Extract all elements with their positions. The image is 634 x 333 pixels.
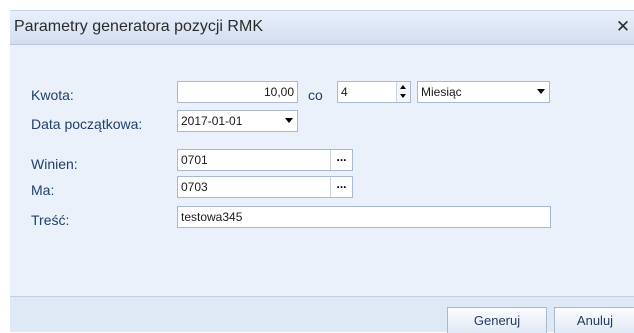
chevron-down-icon[interactable] xyxy=(537,89,545,94)
credit-account-field[interactable]: 0703 ... xyxy=(177,176,353,198)
dialog-footer: Generuj Anuluj xyxy=(10,296,634,333)
dialog-body: Kwota: 10,00 co 4 Miesiąc Data początkow… xyxy=(10,45,634,296)
start-date-value: 2017-01-01 xyxy=(181,114,243,128)
spin-up-icon[interactable] xyxy=(400,85,406,89)
top-edge xyxy=(0,0,634,10)
amount-label: Kwota: xyxy=(31,87,74,103)
spin-buttons[interactable] xyxy=(396,82,410,102)
credit-browse-button[interactable]: ... xyxy=(330,177,352,197)
debit-account-field[interactable]: 0701 ... xyxy=(177,149,353,171)
debit-browse-button[interactable]: ... xyxy=(330,150,352,170)
credit-value: 0703 xyxy=(181,180,208,194)
spin-down-icon[interactable] xyxy=(400,94,406,98)
debit-label: Winien: xyxy=(31,156,78,172)
window-title: Parametry generatora pozycji RMK xyxy=(14,18,263,35)
credit-label: Ma: xyxy=(31,182,55,198)
description-label: Treść: xyxy=(31,212,70,228)
debit-value: 0701 xyxy=(181,153,208,167)
start-date-label: Data początkowa: xyxy=(31,116,143,132)
amount-input[interactable]: 10,00 xyxy=(177,81,298,103)
interval-stepper[interactable]: 4 xyxy=(337,81,411,103)
description-input[interactable]: testowa345 xyxy=(177,206,551,228)
period-value: Miesiąc xyxy=(421,85,462,99)
chevron-down-icon[interactable] xyxy=(285,118,293,123)
period-select[interactable]: Miesiąc xyxy=(417,81,550,103)
every-label: co xyxy=(308,87,323,103)
interval-value: 4 xyxy=(341,85,348,99)
title-bar: Parametry generatora pozycji RMK ✕ xyxy=(10,10,634,45)
close-icon[interactable]: ✕ xyxy=(614,16,632,38)
start-date-picker[interactable]: 2017-01-01 xyxy=(177,110,298,132)
generate-button[interactable]: Generuj xyxy=(447,307,547,333)
cancel-button[interactable]: Anuluj xyxy=(554,307,634,333)
